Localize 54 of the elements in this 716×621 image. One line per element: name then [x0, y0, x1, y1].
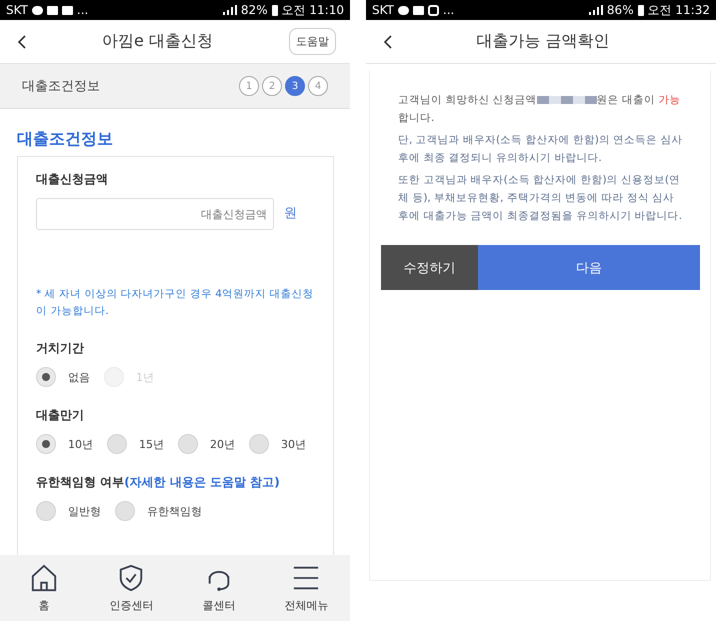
- nav-item[interactable]: 콜센터: [175, 555, 262, 621]
- battery-icon: [272, 4, 278, 16]
- home-icon: [30, 564, 58, 592]
- nav-item[interactable]: 홈: [0, 555, 88, 621]
- battery-text: 86%: [606, 3, 634, 17]
- next-button[interactable]: 다음: [478, 245, 700, 290]
- radio-button[interactable]: [36, 501, 56, 521]
- amount-input[interactable]: 대출신청금액: [36, 198, 274, 230]
- option-label: 유한책임형: [147, 504, 202, 518]
- carrier-text: SKT: [6, 3, 28, 17]
- step-indicator: 1: [239, 76, 259, 96]
- section-title: 대출조건정보: [17, 129, 114, 150]
- option-label: 없음: [68, 370, 90, 384]
- back-icon[interactable]: [384, 34, 392, 48]
- more-text: ...: [76, 3, 88, 17]
- radio-button[interactable]: [115, 501, 135, 521]
- more-text: ...: [442, 3, 454, 17]
- nav-item[interactable]: 인증센터: [88, 555, 175, 621]
- edit-button[interactable]: 수정하기: [381, 245, 478, 290]
- signal-icon: [588, 5, 603, 15]
- field-label: 유한책임형 여부(자세한 내용은 도움말 참고): [36, 474, 281, 491]
- radio-button[interactable]: [249, 434, 269, 454]
- clock-text: 오전 11:10: [282, 2, 344, 18]
- option-label: 10년: [68, 436, 93, 452]
- page-title: 대출가능 금액확인: [475, 31, 611, 52]
- step-indicator: 2: [262, 76, 282, 96]
- step-indicator: 3: [285, 76, 305, 96]
- step-label: 대출조건정보: [22, 78, 100, 95]
- radio-button[interactable]: [36, 434, 56, 454]
- notice-text: 단, 고객님과 배우자(소득 합산자에 한함)의 연소득은 심사 후에 최종 결정되니 유의하시기 바랍니다.: [398, 133, 684, 166]
- help-button[interactable]: 도움말: [289, 28, 336, 55]
- step-indicator: 4: [308, 76, 328, 96]
- note-text: * 세 자녀 이상의 다자녀가구인 경우 4억원까지 대출신청이 가능합니다.: [36, 287, 314, 319]
- radio-button[interactable]: [107, 434, 127, 454]
- battery-icon: [638, 4, 644, 16]
- field-label: 대출신청금액: [36, 171, 109, 188]
- nav-item[interactable]: 전체메뉴: [262, 555, 350, 621]
- option-label: 30년: [281, 436, 306, 452]
- option-label: 20년: [210, 436, 235, 452]
- result-message: 고객님이 희망하신 신청금액 원은 대출이 가능 합니다.: [398, 93, 682, 126]
- signal-icon: [222, 5, 237, 15]
- carrier-text: SKT: [372, 3, 394, 17]
- notice-text: 또한 고객님과 배우자(소득 합산자에 한함)의 신용정보(연체 등), 부채보유현황, 주택가격의 변동에 따라 정식 심사 후에 대출가능 금액이 최종결정됨을 유의하시기 바랍니다.: [398, 173, 684, 224]
- clock-text: 오전 11:32: [648, 2, 710, 18]
- option-label: 일반형: [68, 504, 101, 518]
- battery-text: 82%: [240, 3, 268, 17]
- page-title: 아낌e 대출신청: [101, 31, 214, 52]
- option-label: 15년: [139, 436, 164, 452]
- unit-text: 원: [284, 205, 297, 222]
- back-icon[interactable]: [18, 34, 26, 48]
- radio-button[interactable]: [178, 434, 198, 454]
- field-label: 거치기간: [36, 340, 85, 357]
- radio-button[interactable]: [36, 367, 56, 387]
- field-label: 대출만기: [36, 407, 85, 424]
